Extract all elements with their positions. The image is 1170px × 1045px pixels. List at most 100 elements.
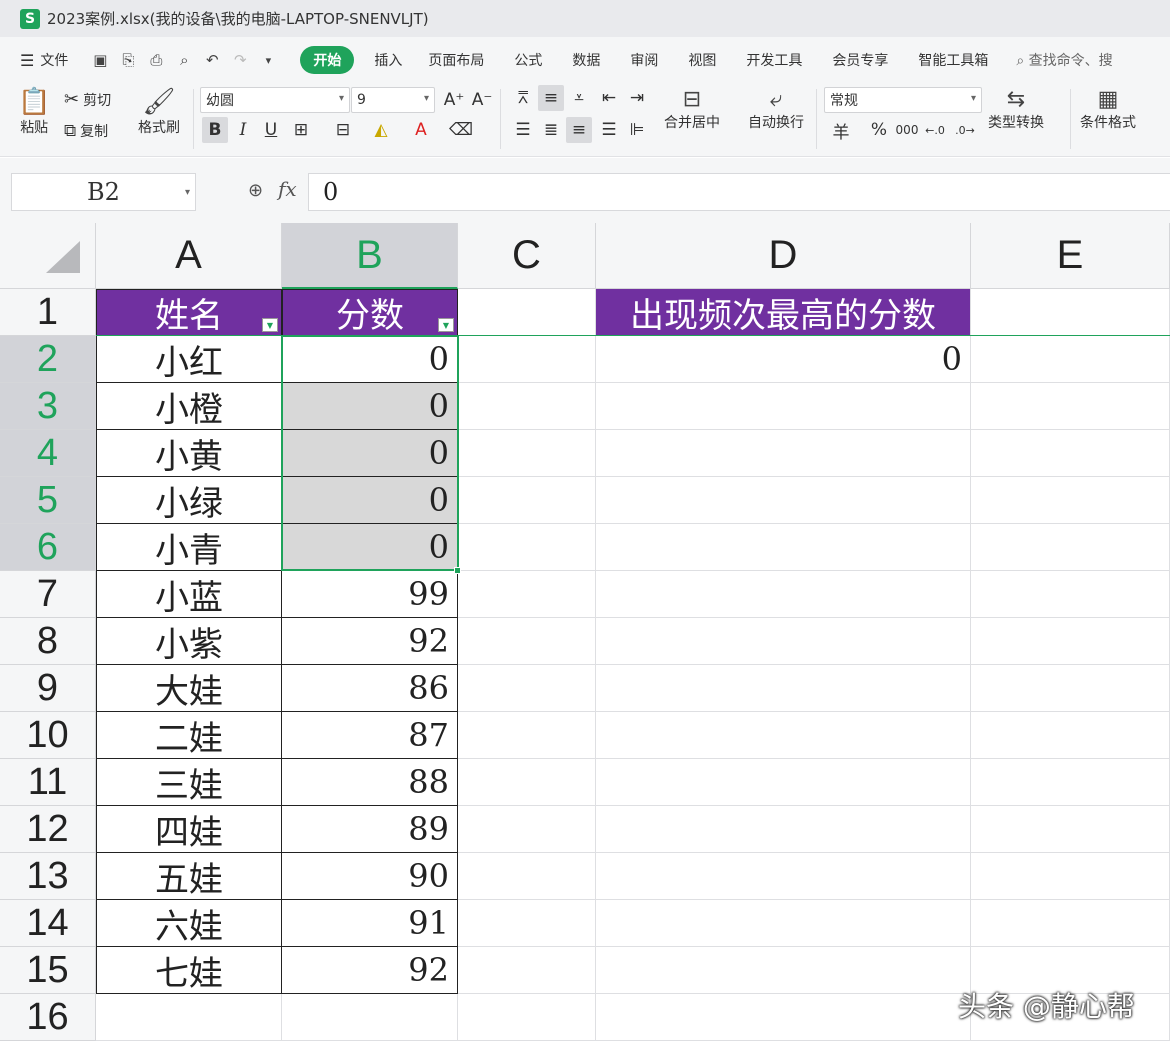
empty-cell[interactable] (971, 665, 1170, 712)
currency-icon[interactable]: 羊 (828, 117, 854, 143)
name-cell[interactable]: 五娃 (96, 853, 282, 900)
paste-button[interactable]: 📋 粘贴 (18, 87, 50, 137)
tab-data[interactable]: 数据 (572, 47, 600, 73)
type-convert-button[interactable]: ⇆ 类型转换 (988, 87, 1044, 132)
clear-format-icon[interactable]: ⌫ (448, 117, 474, 143)
row-header-14[interactable]: 14 (0, 900, 96, 947)
zoom-formula-icon[interactable]: ⊕ (248, 180, 263, 201)
tab-page-layout[interactable]: 页面布局 (428, 47, 484, 73)
tab-review[interactable]: 审阅 (630, 47, 658, 73)
row-header-7[interactable]: 7 (0, 571, 96, 618)
empty-cell[interactable] (596, 571, 971, 618)
name-cell[interactable]: 四娃 (96, 806, 282, 853)
font-name-select[interactable]: 幼圆 ▾ (200, 87, 350, 113)
row-header-15[interactable]: 15 (0, 947, 96, 994)
row-header-13[interactable]: 13 (0, 853, 96, 900)
filter-dropdown-icon[interactable]: ▼ (438, 318, 454, 332)
function-icon[interactable]: fx (278, 177, 297, 201)
tab-view[interactable]: 视图 (688, 47, 716, 73)
row-header-1[interactable]: 1 (0, 289, 96, 336)
name-box[interactable]: B2 ▾ (11, 173, 196, 211)
empty-cell[interactable] (971, 618, 1170, 665)
quick-access-more-icon[interactable]: ▾ (258, 50, 278, 70)
column-header-c[interactable]: C (458, 223, 596, 289)
align-left-icon[interactable]: ☰ (510, 117, 536, 143)
empty-cell[interactable] (971, 383, 1170, 430)
tab-home[interactable]: 开始 (300, 46, 355, 74)
copy-button[interactable]: ⧉ 复制 (64, 121, 108, 141)
score-cell[interactable]: 0 (282, 430, 458, 477)
column-header-b[interactable]: B (282, 223, 458, 289)
number-format-select[interactable]: 常规 ▾ (824, 87, 982, 113)
score-cell[interactable]: 0 (282, 524, 458, 571)
empty-cell[interactable] (458, 994, 596, 1041)
align-center-icon[interactable]: ≣ (538, 117, 564, 143)
empty-cell[interactable] (971, 336, 1170, 383)
score-cell[interactable]: 88 (282, 759, 458, 806)
name-cell[interactable]: 七娃 (96, 947, 282, 994)
empty-cell[interactable] (458, 947, 596, 994)
empty-cell[interactable] (971, 853, 1170, 900)
font-size-select[interactable]: 9 ▾ (351, 87, 435, 113)
bold-icon[interactable]: B (202, 117, 228, 143)
fill-pattern-icon[interactable]: ⊟ (330, 117, 356, 143)
empty-cell[interactable] (596, 383, 971, 430)
tab-insert[interactable]: 插入 (374, 47, 402, 73)
result-value-cell[interactable]: 0 (596, 336, 971, 383)
column-header-d[interactable]: D (596, 223, 971, 289)
empty-cell[interactable] (282, 994, 458, 1041)
justify-icon[interactable]: ☰ (596, 117, 622, 143)
wrap-text-button[interactable]: ⤶ 自动换行 (748, 87, 804, 132)
row-header-8[interactable]: 8 (0, 618, 96, 665)
select-all-corner[interactable] (0, 223, 96, 289)
name-cell[interactable]: 二娃 (96, 712, 282, 759)
score-cell[interactable]: 92 (282, 618, 458, 665)
row-header-12[interactable]: 12 (0, 806, 96, 853)
row-header-11[interactable]: 11 (0, 759, 96, 806)
name-cell[interactable]: 六娃 (96, 900, 282, 947)
decrease-indent-icon[interactable]: ⇤ (596, 85, 622, 111)
font-color-icon[interactable]: A (408, 117, 434, 143)
name-cell[interactable]: 三娃 (96, 759, 282, 806)
empty-cell[interactable] (596, 430, 971, 477)
empty-cell[interactable] (971, 477, 1170, 524)
empty-cell[interactable] (596, 994, 971, 1041)
percent-icon[interactable]: % (866, 117, 892, 143)
empty-cell[interactable] (596, 712, 971, 759)
score-cell[interactable]: 89 (282, 806, 458, 853)
score-cell[interactable]: 90 (282, 853, 458, 900)
row-header-10[interactable]: 10 (0, 712, 96, 759)
empty-cell[interactable] (971, 430, 1170, 477)
header-cell-name[interactable]: 姓名 ▼ (96, 289, 282, 336)
empty-cell[interactable] (458, 336, 596, 383)
increase-decimal-icon[interactable]: ←.0 (922, 117, 948, 143)
empty-cell[interactable] (596, 900, 971, 947)
empty-cell[interactable] (458, 665, 596, 712)
decrease-decimal-icon[interactable]: .0→ (952, 117, 978, 143)
column-header-a[interactable]: A (96, 223, 282, 289)
empty-cell[interactable] (971, 524, 1170, 571)
decrease-font-icon[interactable]: A⁻ (469, 87, 495, 113)
row-header-3[interactable]: 3 (0, 383, 96, 430)
score-cell[interactable]: 86 (282, 665, 458, 712)
column-header-e[interactable]: E (971, 223, 1170, 289)
empty-cell[interactable] (596, 759, 971, 806)
score-cell[interactable]: 92 (282, 947, 458, 994)
name-cell[interactable]: 小紫 (96, 618, 282, 665)
score-cell[interactable]: 99 (282, 571, 458, 618)
conditional-format-button[interactable]: ▦ 条件格式 (1080, 87, 1136, 132)
empty-cell[interactable] (971, 806, 1170, 853)
row-header-2[interactable]: 2 (0, 336, 96, 383)
header-cell-score[interactable]: 分数 ▼ (282, 289, 458, 336)
empty-cell[interactable] (596, 947, 971, 994)
fill-color-icon[interactable]: ◭ (368, 117, 394, 143)
name-cell[interactable]: 小红 (96, 336, 282, 383)
border-icon[interactable]: ⊞ (288, 117, 314, 143)
empty-cell[interactable] (971, 712, 1170, 759)
name-cell[interactable]: 小绿 (96, 477, 282, 524)
print-icon[interactable]: ⎙ (146, 50, 166, 70)
tab-member[interactable]: 会员专享 (832, 47, 888, 73)
name-cell[interactable]: 小黄 (96, 430, 282, 477)
format-painter-button[interactable]: 🖌 格式刷 (138, 87, 180, 137)
empty-cell[interactable] (596, 524, 971, 571)
